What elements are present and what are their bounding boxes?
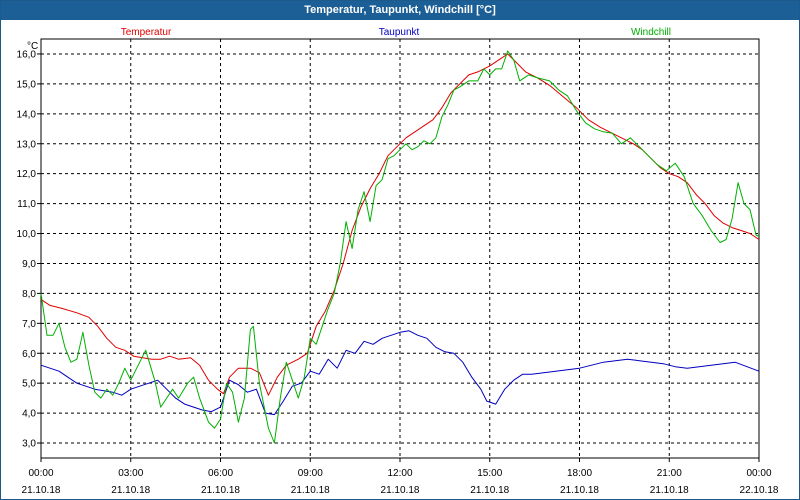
line-chart: 3,0 4,0 5,0 6,0 7,0 8,0 9,0 10,0 11,0 12,0 13,0 14,…: [17, 27, 779, 496]
y-tick-label: 15,0: [17, 79, 37, 90]
x-tick-date-label: 22.10.18: [740, 485, 779, 496]
y-tick-label: 13,0: [17, 139, 37, 150]
x-tick-time-label: 12:00: [387, 468, 412, 479]
y-tick-label: 7,0: [22, 319, 36, 330]
y-tick-label: 3,0: [22, 439, 36, 450]
y-tick-label: 4,0: [22, 409, 36, 420]
y-tick-label: 12,0: [17, 169, 37, 180]
x-tick-date-label: 21.10.18: [22, 485, 61, 496]
x-tick-time-label: 00:00: [28, 468, 53, 479]
x-tick-time-label: 06:00: [208, 468, 233, 479]
y-tick-label: 10,0: [17, 229, 37, 240]
y-axis-label: °C: [27, 41, 38, 52]
legend-temperatur: Temperatur: [121, 27, 172, 38]
x-tick-time-label: 21:00: [657, 468, 682, 479]
x-tick-time-label: 03:00: [118, 468, 143, 479]
y-tick-label: 8,0: [22, 289, 36, 300]
y-tick-label: 14,0: [17, 109, 37, 120]
x-tick-time-label: 09:00: [298, 468, 323, 479]
x-tick-time-label: 00:00: [746, 468, 771, 479]
y-tick-label: 5,0: [22, 379, 36, 390]
y-tick-label: 9,0: [22, 259, 36, 270]
x-tick-date-label: 21.10.18: [111, 485, 150, 496]
x-tick-time-label: 15:00: [477, 468, 502, 479]
y-tick-label: 6,0: [22, 349, 36, 360]
x-tick-date-label: 21.10.18: [560, 485, 599, 496]
x-tick-time-label: 18:00: [567, 468, 592, 479]
x-tick-date-label: 21.10.18: [291, 485, 330, 496]
x-tick-date-label: 21.10.18: [381, 485, 420, 496]
y-tick-label: 11,0: [17, 199, 36, 210]
legend-windchill: Windchill: [631, 27, 671, 38]
x-tick-date-label: 21.10.18: [201, 485, 240, 496]
chart-window: Temperatur, Taupunkt, Windchill [°C] 3,0…: [0, 0, 800, 500]
x-tick-date-label: 21.10.18: [470, 485, 509, 496]
legend-taupunkt: Taupunkt: [379, 27, 420, 38]
x-tick-date-label: 21.10.18: [650, 485, 689, 496]
